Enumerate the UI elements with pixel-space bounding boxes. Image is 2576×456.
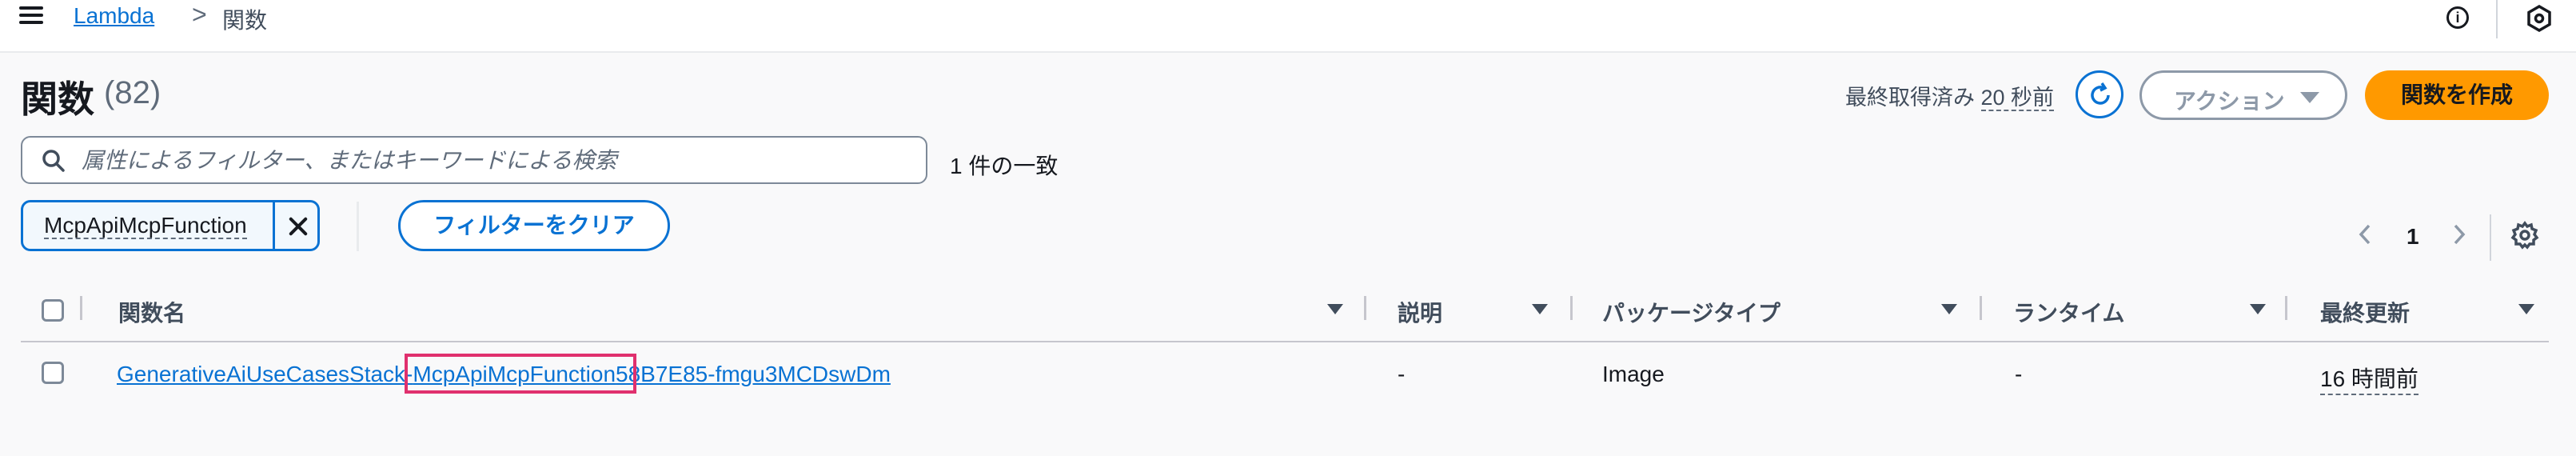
function-count: (82): [104, 75, 161, 110]
breadcrumb-current: 関数: [222, 8, 268, 33]
sort-caret-icon[interactable]: [2250, 304, 2266, 314]
search-icon: [42, 150, 65, 172]
column-separator: [1364, 296, 1366, 320]
settings-hex-icon[interactable]: [2526, 5, 2552, 32]
highlight-annotation-box: [405, 354, 636, 394]
cell-last-modified: 16 時間前: [2320, 362, 2418, 395]
last-fetched-value: 20 秒前: [1980, 86, 2055, 111]
column-header-package-type[interactable]: パッケージタイプ: [1602, 296, 1780, 328]
filter-token: McpApiMcpFunction: [21, 200, 320, 251]
breadcrumb-lambda-link[interactable]: Lambda: [74, 3, 154, 29]
menu-icon[interactable]: [19, 5, 43, 26]
remove-token-close-icon[interactable]: [277, 202, 317, 249]
search-input[interactable]: [80, 146, 915, 176]
page-number[interactable]: 1: [2407, 224, 2419, 250]
sort-caret-icon[interactable]: [1532, 304, 1548, 314]
sort-caret-icon[interactable]: [2518, 304, 2534, 314]
sort-caret-icon[interactable]: [1941, 304, 1957, 314]
sort-caret-icon[interactable]: [1327, 304, 1343, 314]
column-header-last-modified[interactable]: 最終更新: [2320, 296, 2410, 328]
last-fetched-label: 最終取得済み: [1845, 86, 1975, 110]
page-title: 関数: [21, 78, 94, 120]
cell-description: -: [1398, 362, 1406, 386]
refresh-icon: [2091, 82, 2110, 105]
filter-separator: [357, 202, 359, 251]
table-header: 関数名 説明 パッケージタイプ ランタイム 最終更新: [21, 285, 2549, 342]
pagination-divider: [2490, 214, 2491, 261]
search-field[interactable]: [21, 136, 927, 184]
column-header-function-name[interactable]: 関数名: [118, 296, 185, 328]
actions-label: アクション: [2174, 89, 2285, 114]
clear-filter-button[interactable]: フィルターをクリア: [398, 200, 670, 251]
column-header-description[interactable]: 説明: [1398, 296, 1442, 328]
refresh-button[interactable]: [2076, 70, 2123, 118]
breadcrumb-separator-icon: >: [192, 0, 207, 29]
filter-token-label[interactable]: McpApiMcpFunction: [44, 214, 247, 239]
token-divider: [273, 202, 275, 249]
function-name-suffix[interactable]: 58B7E85-fmgu3MCDswDm: [616, 362, 891, 386]
function-name-prefix[interactable]: GenerativeAiUseCasesStack-: [117, 362, 413, 386]
chevron-left-icon[interactable]: [2357, 222, 2373, 246]
actions-dropdown-button[interactable]: アクション: [2139, 70, 2347, 120]
create-function-button[interactable]: 関数を作成: [2365, 70, 2549, 120]
info-icon[interactable]: i: [2446, 6, 2469, 29]
column-separator: [1570, 296, 1573, 320]
top-navigation-bar: Lambda > 関数 i: [0, 0, 2576, 53]
cell-runtime: -: [2015, 362, 2023, 386]
select-all-checkbox[interactable]: [42, 299, 64, 322]
column-separator: [2285, 296, 2287, 320]
row-checkbox[interactable]: [42, 362, 64, 384]
gear-icon[interactable]: [2510, 221, 2539, 250]
column-header-runtime[interactable]: ランタイム: [2013, 296, 2124, 328]
top-divider: [2496, 0, 2498, 38]
match-count: 1 件の一致: [950, 154, 1059, 178]
chevron-right-icon[interactable]: [2451, 222, 2467, 246]
column-separator: [1980, 296, 1982, 320]
table-row: GenerativeAiUseCasesStack-McpApiMcpFunct…: [21, 342, 2549, 410]
caret-down-icon: [2300, 92, 2319, 103]
column-separator: [80, 296, 82, 320]
last-fetched: 最終取得済み 20 秒前: [1845, 80, 2055, 111]
cell-package-type: Image: [1602, 362, 1665, 386]
